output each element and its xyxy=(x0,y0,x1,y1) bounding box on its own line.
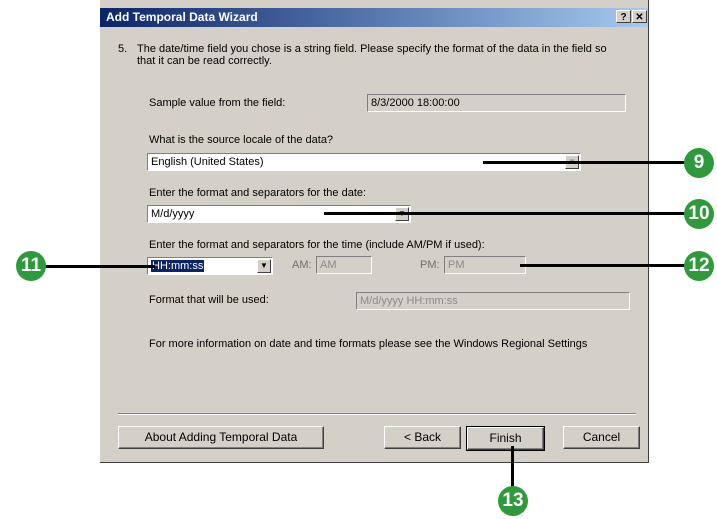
date-format-label: Enter the format and separators for the … xyxy=(149,187,367,199)
time-format-combobox[interactable]: HH:mm:ss ▼ xyxy=(147,257,273,275)
callout-13: 13 xyxy=(498,486,528,516)
callout-9-line xyxy=(483,161,687,164)
am-label: AM: xyxy=(292,259,312,271)
callout-10: 10 xyxy=(684,199,714,229)
about-button[interactable]: About Adding Temporal Data xyxy=(118,426,324,449)
close-button[interactable]: ✕ xyxy=(632,10,647,23)
pm-field[interactable]: PM xyxy=(444,256,526,274)
callout-12-line xyxy=(520,264,687,267)
sample-value-field: 8/3/2000 18:00:00 xyxy=(367,94,626,112)
am-value: AM xyxy=(320,259,337,271)
finish-button[interactable]: Finish xyxy=(466,426,545,451)
back-button[interactable]: < Back xyxy=(384,426,461,449)
callout-9: 9 xyxy=(684,148,714,178)
format-label: Format that will be used: xyxy=(149,294,269,306)
callout-13-line xyxy=(511,446,514,488)
format-value-field: M/d/yyyy HH:mm:ss xyxy=(356,292,630,310)
help-button[interactable]: ? xyxy=(616,10,631,23)
title-bar: Add Temporal Data Wizard ? ✕ xyxy=(100,8,648,27)
callout-11-line xyxy=(44,265,155,268)
instruction-text: The date/time field you chose is a strin… xyxy=(137,43,607,67)
cancel-button[interactable]: Cancel xyxy=(563,426,640,449)
step-number: 5. xyxy=(118,43,128,55)
sample-label: Sample value from the field: xyxy=(149,97,286,109)
callout-10-line xyxy=(324,212,687,215)
time-format-label: Enter the format and separators for the … xyxy=(149,239,485,251)
date-format-value: M/d/yyyy xyxy=(151,208,195,220)
dialog-title: Add Temporal Data Wizard xyxy=(106,10,258,24)
info-text: For more information on date and time fo… xyxy=(149,338,588,350)
locale-value: English (United States) xyxy=(151,156,264,168)
pm-label: PM: xyxy=(420,259,440,271)
sample-value: 8/3/2000 18:00:00 xyxy=(371,97,460,109)
callout-11: 11 xyxy=(16,251,46,281)
wizard-dialog: Add Temporal Data Wizard ? ✕ 5. The date… xyxy=(100,0,649,463)
callout-12: 12 xyxy=(684,251,714,281)
am-field[interactable]: AM xyxy=(316,256,372,274)
time-format-value: HH:mm:ss xyxy=(151,260,205,272)
chevron-down-icon[interactable]: ▼ xyxy=(257,259,271,273)
pm-value: PM xyxy=(448,259,465,271)
locale-label: What is the source locale of the data? xyxy=(149,134,334,146)
format-value: M/d/yyyy HH:mm:ss xyxy=(360,295,458,307)
separator xyxy=(118,413,636,415)
